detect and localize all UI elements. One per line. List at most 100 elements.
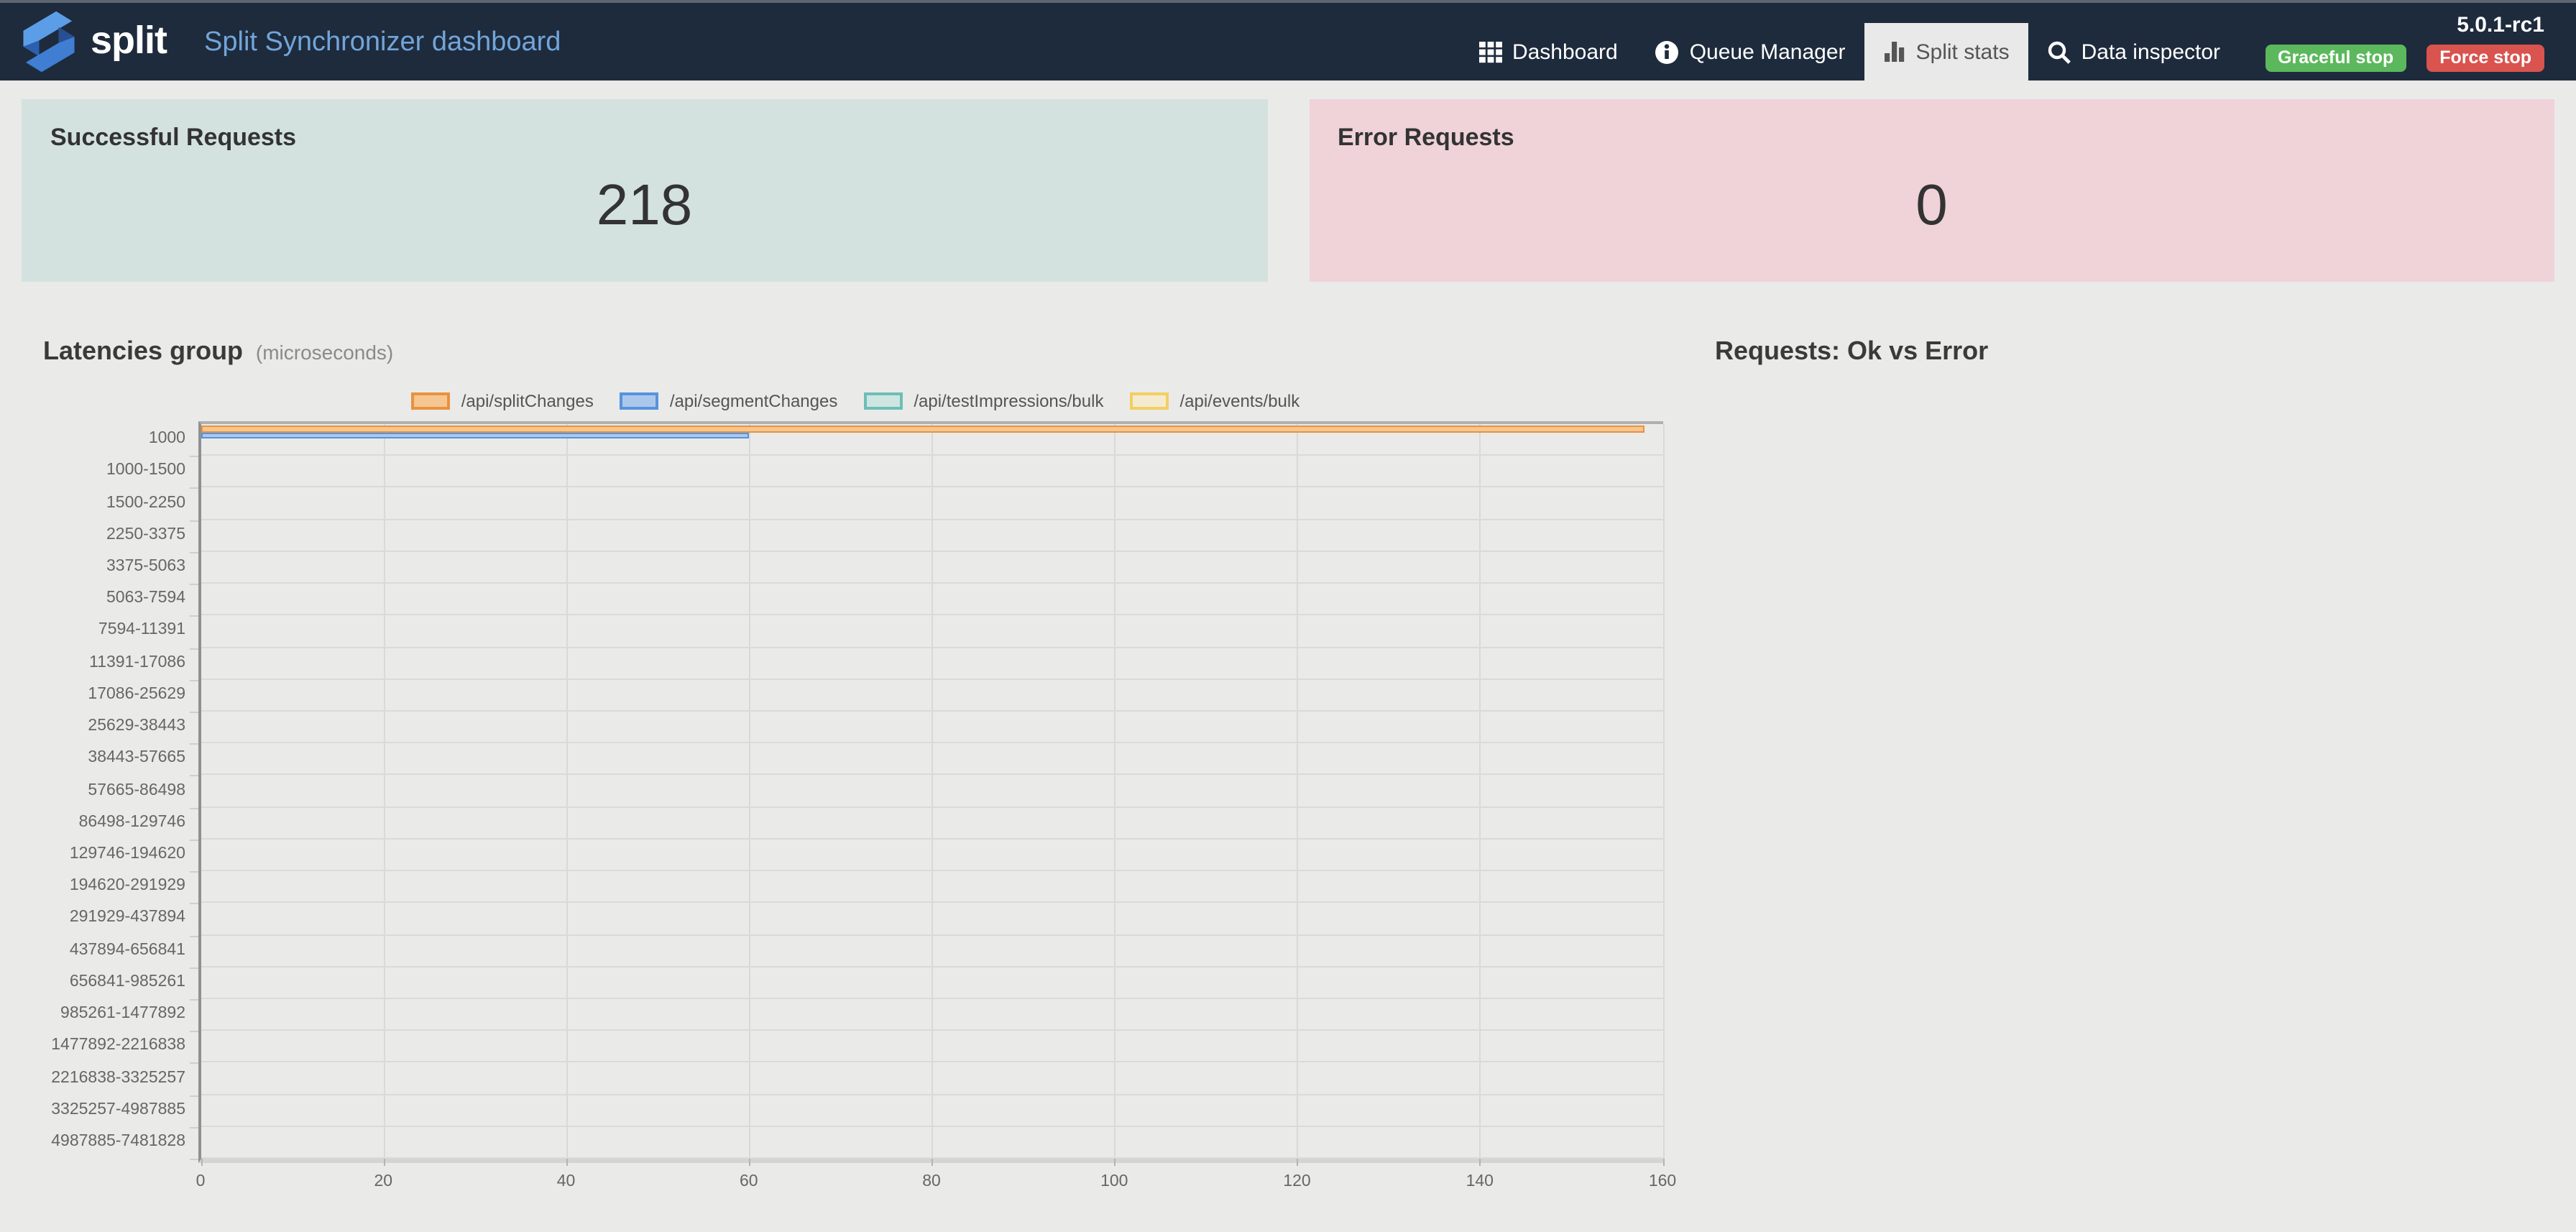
x-tick-mark: [1114, 1159, 1116, 1166]
graceful-stop-button[interactable]: Graceful stop: [2265, 45, 2406, 72]
y-tick-mark: [189, 743, 198, 745]
y-axis-label: 1477892-2216838: [51, 1037, 185, 1054]
error-requests-value: 0: [1338, 174, 2526, 239]
nav-item-dashboard[interactable]: Dashboard: [1460, 23, 1637, 81]
y-axis-label: 3325257-4987885: [51, 1100, 185, 1118]
legend-swatch: [620, 392, 658, 410]
x-axis-tick-label: 160: [1649, 1173, 1676, 1190]
x-axis-tick-label: 120: [1283, 1173, 1310, 1190]
x-axis-tick-label: 60: [740, 1173, 758, 1190]
y-axis-label: 25629-38443: [88, 717, 185, 735]
y-axis-label: 2216838-3325257: [51, 1069, 185, 1086]
requests-pie-placeholder: [1715, 367, 2554, 970]
chart-legend: /api/splitChanges/api/segmentChanges/api…: [22, 391, 1689, 411]
latencies-column: Latencies group (microseconds) /api/spli…: [22, 336, 1689, 1205]
summary-cards: Successful Requests 218 Error Requests 0: [22, 99, 2554, 282]
y-tick-mark: [189, 967, 198, 968]
y-tick-mark: [189, 776, 198, 777]
legend-swatch: [1129, 392, 1168, 410]
x-gridline: [1662, 424, 1664, 1159]
nav-tabs: Dashboard Queue Manager: [1460, 23, 2239, 81]
y-tick-mark: [189, 456, 198, 457]
x-tick-mark: [383, 1159, 385, 1166]
y-tick-mark: [189, 552, 198, 553]
nav-item-queue-manager[interactable]: Queue Manager: [1637, 23, 1864, 81]
latencies-heading: Latencies group (microseconds): [43, 336, 1689, 367]
y-tick-mark: [189, 1031, 198, 1032]
y-tick-mark: [189, 904, 198, 905]
nav-item-split-stats[interactable]: Split stats: [1864, 23, 2028, 81]
latency-row: [201, 1063, 1662, 1095]
latency-row: [201, 648, 1662, 679]
charts-row: Latencies group (microseconds) /api/spli…: [22, 336, 2554, 1205]
bar-chart-icon: [1883, 40, 1906, 63]
successful-requests-title: Successful Requests: [50, 124, 1238, 152]
latency-row: [201, 904, 1662, 935]
y-tick-mark: [189, 712, 198, 713]
legend-item: /api/splitChanges: [411, 391, 594, 411]
y-axis-label: 17086-25629: [88, 686, 185, 703]
y-tick-mark: [189, 840, 198, 841]
x-tick-mark: [1480, 1159, 1481, 1166]
y-axis-label: 1000: [149, 430, 185, 447]
y-axis-labels: 10001000-15001500-22502250-33753375-5063…: [22, 421, 185, 1205]
nav-item-data-inspector[interactable]: Data inspector: [2028, 23, 2239, 81]
y-axis-label: 437894-656841: [70, 941, 185, 958]
y-axis-label: 985261-1477892: [60, 1005, 185, 1022]
x-tick-mark: [1662, 1159, 1664, 1166]
force-stop-button[interactable]: Force stop: [2426, 45, 2544, 72]
y-axis-label: 5063-7594: [106, 589, 185, 607]
x-axis-tick-label: 100: [1100, 1173, 1128, 1190]
y-tick-mark: [189, 680, 198, 681]
latency-row: [201, 712, 1662, 743]
x-axis-tick-label: 40: [557, 1173, 576, 1190]
legend-label: /api/events/bulk: [1179, 391, 1300, 411]
latency-row: [201, 520, 1662, 551]
brand-name: split: [91, 18, 167, 63]
y-tick-mark: [189, 999, 198, 1001]
nav-right-controls: 5.0.1-rc1 Graceful stop Force stop: [2265, 3, 2544, 72]
y-axis-label: 3375-5063: [106, 558, 185, 575]
latency-row: [201, 616, 1662, 648]
latencies-chart: 10001000-15001500-22502250-33753375-5063…: [22, 421, 1689, 1205]
main-content: Successful Requests 218 Error Requests 0…: [0, 99, 2576, 1205]
y-axis-label: 38443-57665: [88, 750, 185, 767]
brand[interactable]: split Split Synchronizer dashboard: [20, 10, 561, 73]
x-axis-tick-label: 0: [196, 1173, 206, 1190]
latency-row: [201, 488, 1662, 520]
successful-requests-value: 218: [50, 174, 1238, 239]
legend-label: /api/testImpressions/bulk: [914, 391, 1103, 411]
y-tick-mark: [189, 584, 198, 585]
y-axis-label: 1500-2250: [106, 494, 185, 511]
error-requests-card: Error Requests 0: [1309, 99, 2554, 282]
nav-item-label: Dashboard: [1512, 40, 1618, 64]
y-tick-mark: [189, 488, 198, 489]
error-requests-title: Error Requests: [1338, 124, 2526, 152]
y-axis-label: 11391-17086: [89, 653, 185, 671]
latency-row: [201, 424, 1662, 456]
y-axis-label: 1000-1500: [106, 462, 185, 479]
latency-row: [201, 807, 1662, 839]
latencies-subtitle: (microseconds): [250, 341, 393, 364]
y-axis-label: 4987885-7481828: [51, 1133, 185, 1150]
split-synchronizer-dashboard: split Split Synchronizer dashboard Dashb…: [0, 0, 2576, 1232]
x-tick-mark: [1297, 1159, 1299, 1166]
latency-row: [201, 999, 1662, 1031]
nav-item-label: Split stats: [1916, 40, 2010, 64]
y-tick-mark: [189, 871, 198, 873]
y-axis-label: 129746-194620: [70, 845, 185, 863]
latency-row: [201, 935, 1662, 967]
y-tick-mark: [189, 1127, 198, 1128]
y-axis-label: 86498-129746: [79, 814, 185, 831]
latency-row: [201, 584, 1662, 615]
legend-item: /api/events/bulk: [1129, 391, 1300, 411]
y-tick-mark: [189, 1159, 198, 1160]
latency-row: [201, 776, 1662, 807]
legend-label: /api/segmentChanges: [670, 391, 838, 411]
y-tick-mark: [189, 520, 198, 521]
x-tick-mark: [749, 1159, 750, 1166]
latencies-title: Latencies group: [43, 336, 243, 365]
latency-row: [201, 743, 1662, 775]
nav-item-label: Queue Manager: [1690, 40, 1846, 64]
y-tick-mark: [189, 1095, 198, 1096]
